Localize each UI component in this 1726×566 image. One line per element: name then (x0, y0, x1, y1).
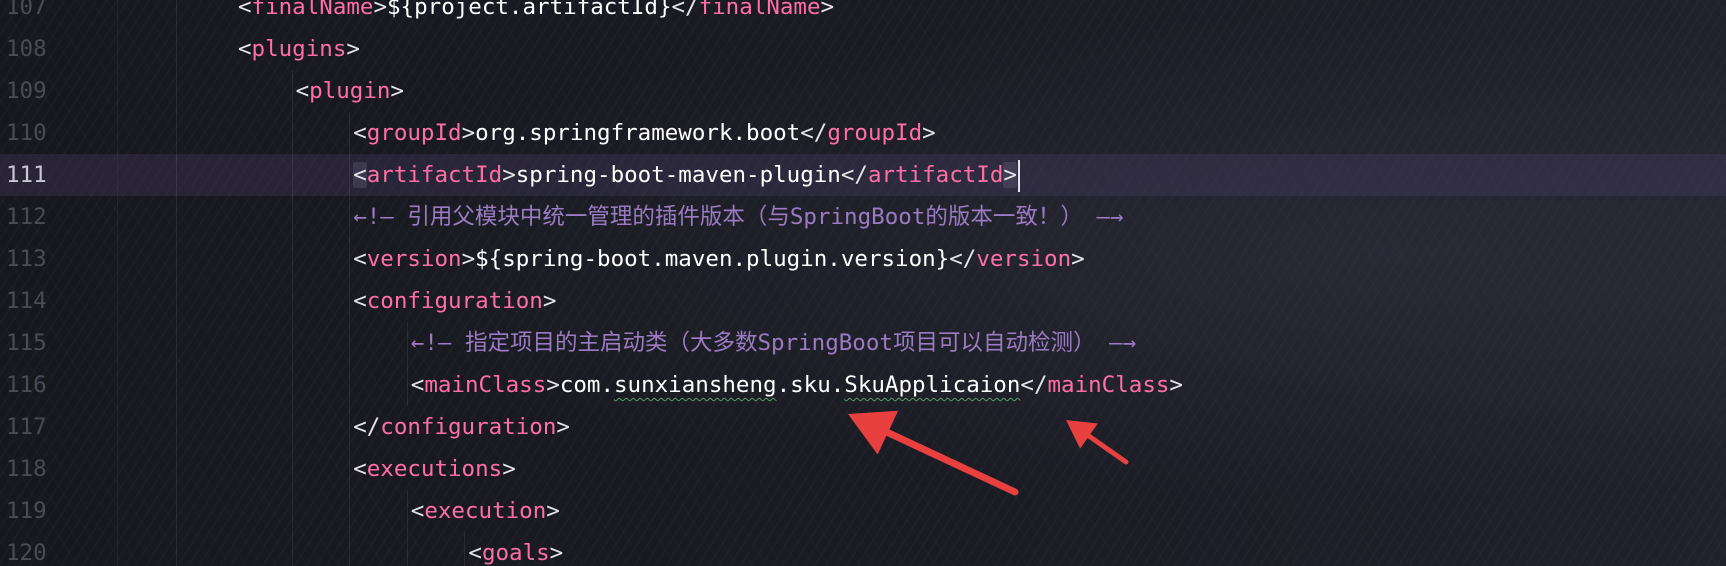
annotation-arrows (848, 410, 1129, 496)
annotation-arrow (848, 410, 1019, 496)
annotation-arrow (1066, 420, 1129, 465)
code-editor[interactable]: 107 <finalName>${project.artifactId}</fin… (0, 0, 1726, 566)
